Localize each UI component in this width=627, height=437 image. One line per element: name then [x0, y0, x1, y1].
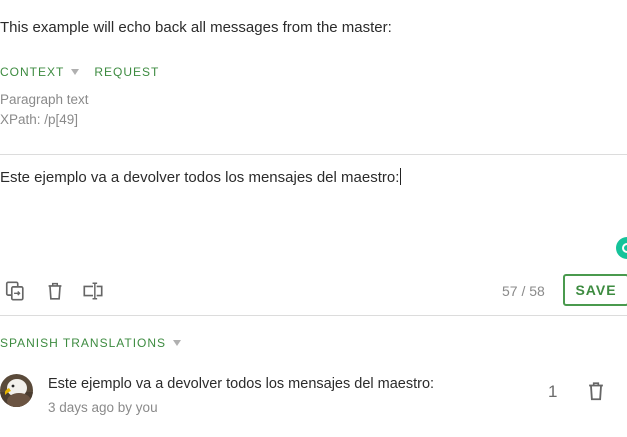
source-string: This example will echo back all messages…: [0, 19, 392, 36]
translation-text: Este ejemplo va a devolver todos los men…: [48, 376, 435, 392]
save-button[interactable]: SAVE: [563, 274, 627, 306]
context-type: Paragraph text: [0, 92, 89, 107]
grammar-check-icon[interactable]: [616, 237, 627, 259]
context-tabs: CONTEXT REQUEST: [0, 65, 159, 79]
text-cursor-icon[interactable]: [82, 280, 104, 302]
caret-down-icon: [173, 340, 182, 346]
text-caret: [400, 168, 402, 185]
tab-request-label: REQUEST: [94, 65, 160, 79]
context-xpath: XPath: /p[49]: [0, 112, 79, 127]
caret-down-icon: [71, 69, 80, 75]
delete-icon[interactable]: [44, 280, 66, 302]
divider: [0, 315, 627, 316]
avatar: [0, 374, 33, 407]
tab-context[interactable]: CONTEXT: [0, 65, 80, 79]
character-count: 57 / 58: [502, 283, 545, 299]
copy-source-icon[interactable]: [4, 280, 26, 302]
delete-translation-icon[interactable]: [585, 380, 607, 402]
divider: [0, 154, 627, 155]
vote-count: 1: [548, 382, 558, 401]
eagle-avatar-icon: [0, 374, 33, 407]
translations-header-label: SPANISH TRANSLATIONS: [0, 336, 167, 350]
context-info: Paragraph text XPath: /p[49]: [0, 90, 89, 130]
translation-editor[interactable]: Este ejemplo va a devolver todos los men…: [0, 168, 610, 238]
tab-request[interactable]: REQUEST: [94, 65, 159, 79]
tab-context-label: CONTEXT: [0, 65, 65, 79]
translations-header[interactable]: SPANISH TRANSLATIONS: [0, 336, 182, 350]
translation-editor-value: Este ejemplo va a devolver todos los men…: [0, 169, 400, 186]
translation-meta: 3 days ago by you: [48, 400, 158, 415]
